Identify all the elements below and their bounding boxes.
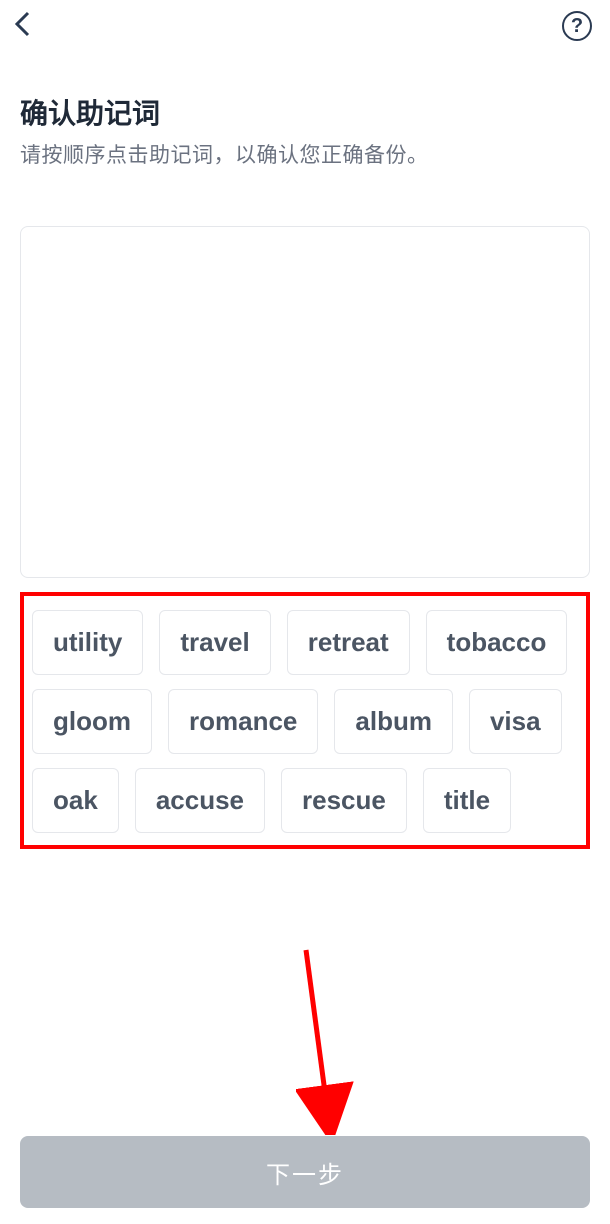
main-content: 确认助记词 请按顺序点击助记词，以确认您正确备份。 utility travel… <box>0 92 610 849</box>
word-chip[interactable]: visa <box>469 689 562 754</box>
word-chip[interactable]: utility <box>32 610 143 675</box>
word-chip[interactable]: gloom <box>32 689 152 754</box>
next-button[interactable]: 下一步 <box>20 1136 590 1208</box>
back-icon[interactable] <box>12 10 36 43</box>
word-chip[interactable]: romance <box>168 689 318 754</box>
selected-words-area[interactable] <box>20 226 590 578</box>
word-chip[interactable]: tobacco <box>426 610 568 675</box>
word-chip[interactable]: rescue <box>281 768 407 833</box>
page-title: 确认助记词 <box>20 92 590 132</box>
help-icon[interactable]: ? <box>562 11 592 41</box>
word-chip[interactable]: retreat <box>287 610 410 675</box>
word-chip[interactable]: oak <box>32 768 119 833</box>
page-subtitle: 请按顺序点击助记词，以确认您正确备份。 <box>20 140 590 172</box>
word-selection-box: utility travel retreat tobacco gloom rom… <box>20 592 590 849</box>
top-bar: ? <box>0 0 610 52</box>
word-chip[interactable]: accuse <box>135 768 265 833</box>
word-chip[interactable]: travel <box>159 610 270 675</box>
annotation-arrow <box>296 945 356 1135</box>
word-chip[interactable]: album <box>334 689 453 754</box>
word-chip[interactable]: title <box>423 768 511 833</box>
